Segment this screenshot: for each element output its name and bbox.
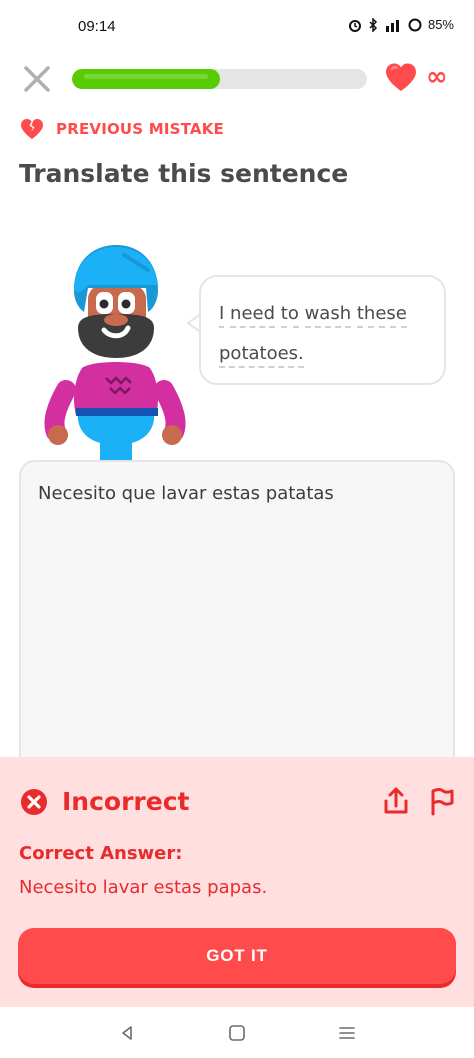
recents-nav-icon[interactable] [337, 1023, 357, 1043]
feedback-panel: Incorrect Correct Answer: Necesito lavar… [0, 757, 474, 1007]
prompt-sentence: I need to wash these potatoes. [219, 294, 439, 374]
previous-mistake-label: PREVIOUS MISTAKE [56, 120, 224, 138]
broken-heart-icon [21, 119, 43, 139]
bluetooth-icon [369, 17, 378, 32]
prompt-word[interactable]: I [219, 303, 225, 328]
correct-answer-label: Correct Answer: [19, 843, 183, 864]
alarm-icon [348, 19, 361, 32]
status-icons: 85% [348, 17, 454, 32]
previous-mistake-badge: PREVIOUS MISTAKE [20, 118, 224, 140]
incorrect-heading: Incorrect [20, 787, 189, 816]
signal-icon [385, 19, 399, 32]
answer-textarea[interactable]: Necesito que lavar estas patatas [19, 460, 455, 790]
status-bar: 09:14 85% [0, 0, 474, 56]
prompt-word[interactable]: these [356, 303, 407, 328]
speech-bubble: I need to wash these potatoes. [199, 275, 446, 385]
battery-icon [408, 18, 422, 31]
status-time: 09:14 [78, 18, 116, 35]
close-button[interactable] [20, 62, 54, 96]
hearts-count: ∞ [426, 62, 448, 92]
system-nav-bar [0, 1007, 474, 1058]
prompt-word[interactable]: potatoes. [219, 343, 304, 368]
battery-percent: 85% [427, 17, 454, 32]
close-icon [24, 66, 50, 92]
prompt-word[interactable]: to [280, 303, 299, 328]
lesson-progress-bar [72, 69, 367, 89]
hearts-indicator[interactable]: ∞ [384, 62, 448, 92]
character-illustration [44, 240, 189, 462]
got-it-button[interactable]: GOT IT [18, 928, 456, 984]
progress-shine [84, 74, 208, 79]
share-button[interactable] [382, 786, 410, 816]
incorrect-x-icon [21, 788, 47, 815]
correct-answer-text: Necesito lavar estas papas. [19, 877, 268, 898]
prompt-word[interactable]: need [230, 303, 276, 328]
progress-fill [72, 69, 220, 89]
back-nav-icon[interactable] [117, 1023, 137, 1043]
answer-value: Necesito que lavar estas patatas [38, 483, 334, 504]
flag-icon [431, 788, 454, 816]
home-nav-icon[interactable] [227, 1023, 247, 1043]
heart-icon [386, 63, 416, 91]
incorrect-label: Incorrect [62, 787, 190, 816]
report-button[interactable] [428, 786, 456, 816]
page-title: Translate this sentence [19, 159, 349, 188]
prompt-word[interactable]: wash [304, 303, 352, 328]
share-icon [384, 787, 408, 814]
